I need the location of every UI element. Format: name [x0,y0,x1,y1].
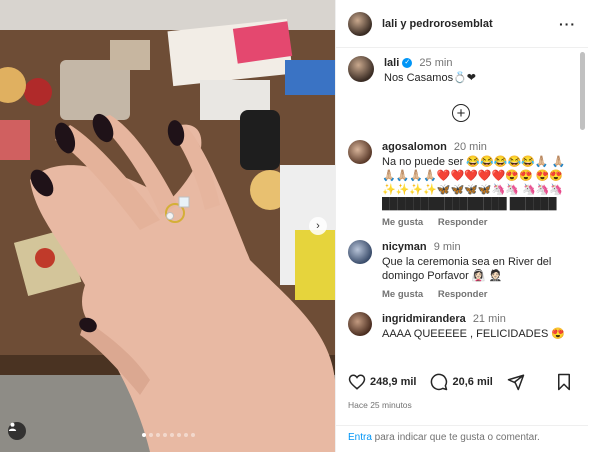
comment-avatar[interactable] [348,240,372,264]
comment-text: AAAA QUEEEEE , FELICIDADES 😍 [382,328,566,340]
bookmark-icon [558,373,570,391]
comment-icon [431,373,448,391]
comment-username[interactable]: nicyman [382,241,427,253]
comment-avatar[interactable] [348,312,372,336]
post-modal: › lali y pedrorosemblat ··· lali ✓ 25 mi… [0,0,588,452]
comment-reply-button[interactable]: Responder [438,217,488,228]
comment-item: nicyman 9 min Que la ceremonia sea en Ri… [348,240,574,300]
comment-text: Que la ceremonia sea en River del doming… [382,256,552,282]
posted-time: Hace 25 minutos [348,400,412,410]
comment-time: 9 min [433,241,461,253]
post-side-panel: lali y pedrorosemblat ··· lali ✓ 25 min … [335,0,588,452]
comment-time: 20 min [453,141,487,153]
save-button[interactable] [556,373,576,391]
comments-scrollbar[interactable] [580,52,585,130]
carousel-dot [142,433,146,437]
plus-icon: + [456,104,466,122]
carousel-dot [177,433,181,437]
comment-reply-button[interactable]: Responder [438,289,488,300]
post-action-bar: 248,9 mil 20,6 mil [348,368,576,396]
verified-badge-icon: ✓ [402,58,413,69]
comment-username[interactable]: agosalomon [382,141,447,153]
send-icon [507,374,525,391]
author-avatar[interactable] [348,11,372,36]
photo-illustration [0,0,335,452]
share-button[interactable] [507,373,529,391]
comment-text: Na no puede ser 😂😂😂😂😂🙏🏼 🙏🏼🙏🏼🙏🏼🙏🏼🙏🏼❤️❤️❤️… [382,156,566,210]
post-authors[interactable]: lali y pedrorosemblat [382,18,559,30]
post-header: lali y pedrorosemblat ··· [336,0,588,48]
comment-item: agosalomon 20 min Na no puede ser 😂😂😂😂😂🙏… [348,140,574,228]
comment-like-button[interactable]: Me gusta [382,217,423,228]
carousel-dot [149,433,153,437]
caption-avatar[interactable] [348,56,374,82]
carousel-dot [184,433,188,437]
carousel-dot [163,433,167,437]
comment-like-button[interactable]: Me gusta [382,289,423,300]
login-prompt-text: para indicar que te gusta o comentar. [371,432,540,443]
likes-count: 248,9 mil [370,376,417,388]
comment-time: 21 min [472,313,506,325]
user-icon [8,422,17,431]
comment-item: ingridmirandera 21 min AAAA QUEEEEE , FE… [348,312,574,341]
heart-icon [348,374,366,390]
caption-username[interactable]: lali [384,57,399,69]
caption-text: Nos Casamos💍❤ [384,72,476,84]
carousel-dot [156,433,160,437]
comment-username[interactable]: ingridmirandera [382,313,466,325]
carousel-dot [191,433,195,437]
login-link[interactable]: Entra [348,432,372,443]
like-button[interactable]: 248,9 mil [348,373,416,391]
caption-time: 25 min [419,57,453,69]
post-photo[interactable]: › [0,0,335,452]
login-prompt: Entra para indicar que te gusta o coment… [336,425,588,452]
comment-avatar[interactable] [348,140,372,164]
chevron-right-icon: › [316,220,320,232]
carousel-next-button[interactable]: › [309,217,327,235]
comments-count: 20,6 mil [452,376,493,388]
carousel-dot [170,433,174,437]
comment-button[interactable]: 20,6 mil [430,373,493,391]
carousel-indicator [142,433,195,437]
post-caption: lali ✓ 25 min Nos Casamos💍❤ [348,56,574,86]
more-options-icon[interactable]: ··· [559,16,576,32]
comments-area[interactable]: lali ✓ 25 min Nos Casamos💍❤ + agosalomon… [336,48,588,365]
tagged-users-button[interactable] [8,422,26,440]
load-more-comments-button[interactable]: + [452,104,470,122]
